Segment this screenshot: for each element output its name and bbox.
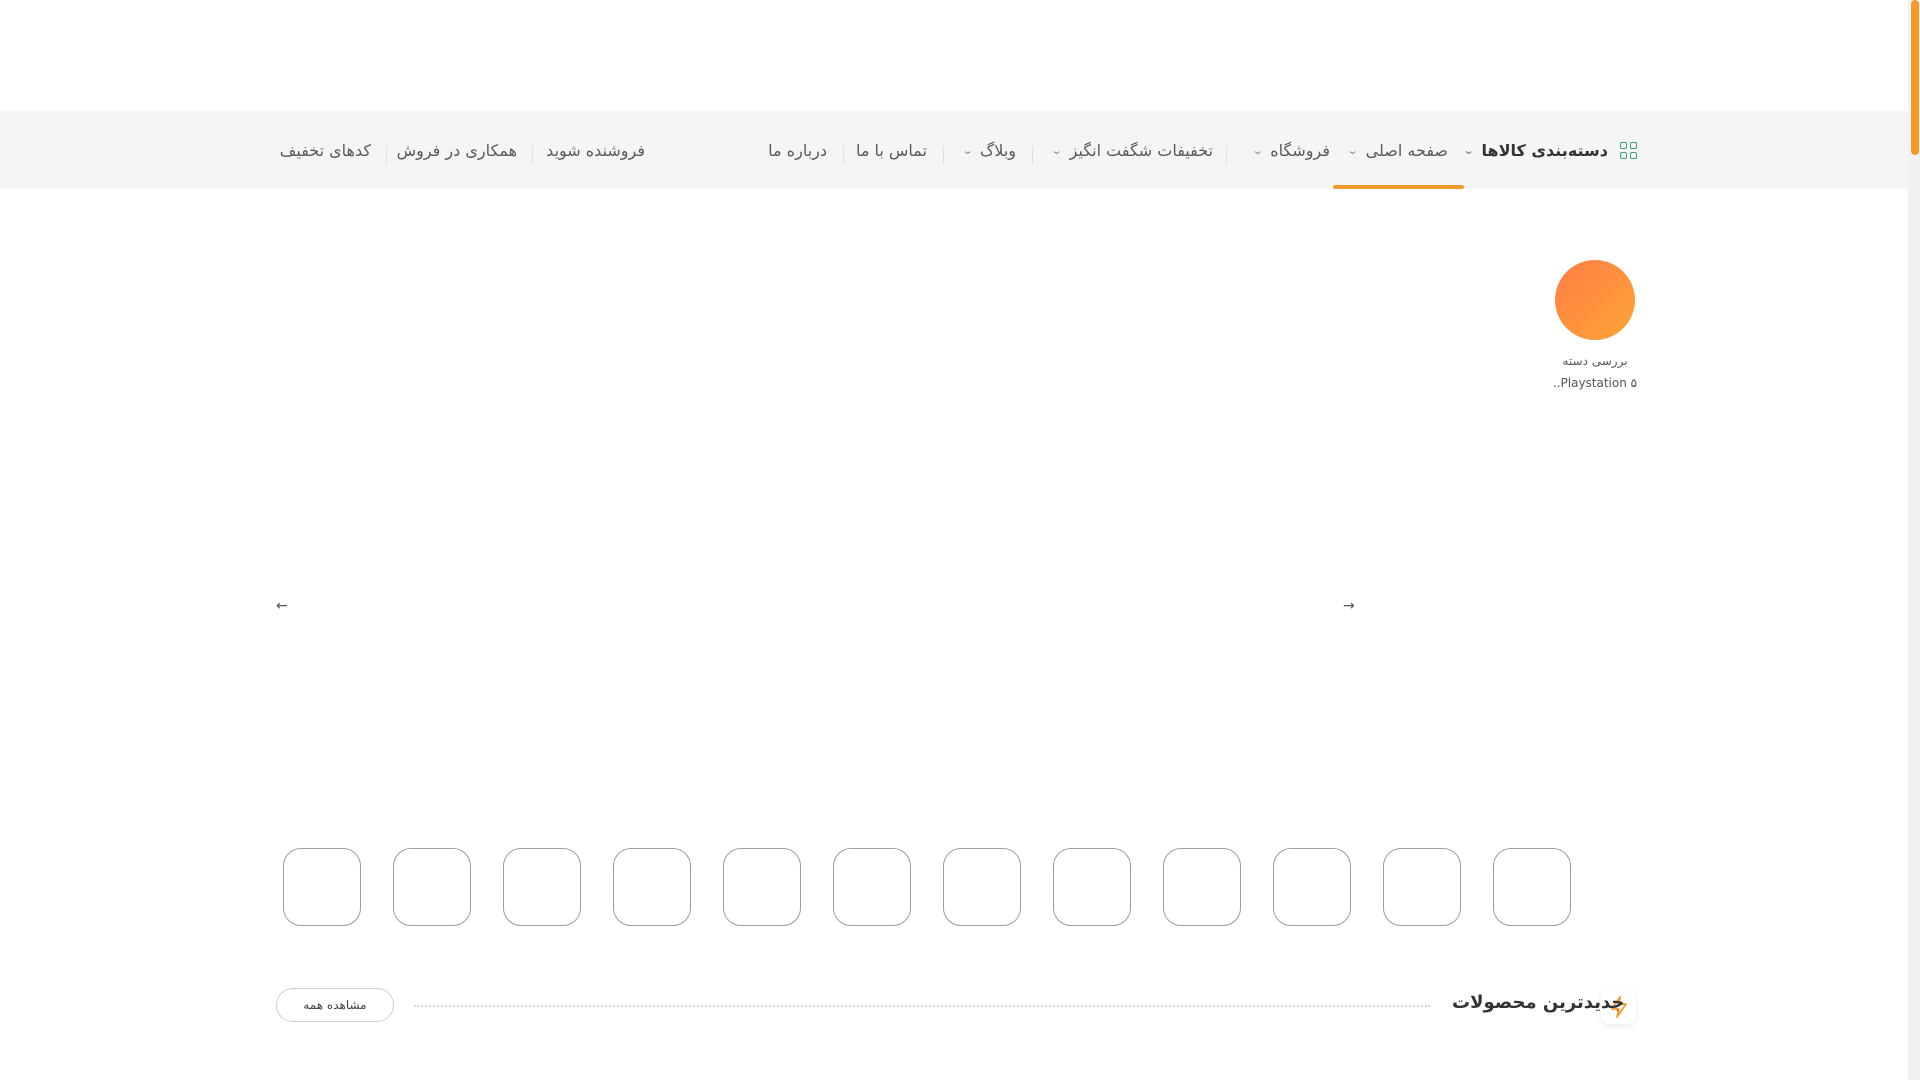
nav-contact-label: تماس با ما bbox=[855, 140, 927, 160]
chevron-down-icon: ⌄ bbox=[1462, 143, 1475, 157]
section-divider bbox=[414, 1005, 1430, 1007]
story-item[interactable]: بررسی دسته Playstation ۵.. bbox=[1550, 258, 1640, 390]
chevron-down-icon: ⌄ bbox=[1251, 143, 1264, 157]
nav-categories[interactable]: دسته‌بندی کالاها ⌄ bbox=[1462, 111, 1637, 189]
nav-divider bbox=[386, 146, 387, 164]
nav-home[interactable]: صفحه اصلی ⌄ bbox=[1347, 111, 1448, 189]
page-scrollbar[interactable] bbox=[1908, 0, 1920, 1080]
chevron-down-icon: ⌄ bbox=[1051, 143, 1064, 157]
category-thumb[interactable] bbox=[1273, 848, 1351, 926]
nav-categories-label: دسته‌بندی کالاها bbox=[1481, 140, 1608, 160]
nav-shop[interactable]: فروشگاه ⌄ bbox=[1251, 111, 1330, 189]
nav-divider bbox=[1032, 146, 1033, 164]
nav-become-seller-label: فروشنده شوید bbox=[546, 140, 645, 160]
nav-about[interactable]: درباره ما bbox=[768, 111, 827, 189]
category-thumb[interactable] bbox=[1053, 848, 1131, 926]
scrollbar-thumb[interactable] bbox=[1911, 0, 1919, 155]
nav-divider bbox=[532, 146, 533, 164]
nav-coupons-label: کدهای تخفیف bbox=[279, 140, 371, 160]
arrow-right-icon[interactable]: → bbox=[1343, 598, 1355, 614]
nav-active-indicator bbox=[1333, 185, 1464, 189]
category-thumb[interactable] bbox=[723, 848, 801, 926]
nav-coupons[interactable]: کدهای تخفیف bbox=[280, 111, 371, 189]
category-thumb[interactable] bbox=[943, 848, 1021, 926]
chevron-down-icon: ⌄ bbox=[1347, 143, 1360, 157]
category-thumb[interactable] bbox=[1383, 848, 1461, 926]
nav-deals[interactable]: تخفیفات شگفت انگیز ⌄ bbox=[1051, 111, 1213, 189]
nav-contact[interactable]: تماس با ما bbox=[856, 111, 927, 189]
section-title: جدیدترین محصولات bbox=[1452, 992, 1625, 1013]
nav-blog-label: وبلاگ bbox=[979, 140, 1016, 160]
category-thumb[interactable] bbox=[613, 848, 691, 926]
category-thumb[interactable] bbox=[283, 848, 361, 926]
nav-blog[interactable]: وبلاگ ⌄ bbox=[961, 111, 1016, 189]
story-avatar[interactable] bbox=[1555, 260, 1635, 340]
nav-divider bbox=[843, 146, 844, 164]
top-header bbox=[0, 0, 1908, 111]
nav-affiliate-label: همکاری در فروش bbox=[396, 140, 517, 160]
category-thumb[interactable] bbox=[1163, 848, 1241, 926]
category-thumb[interactable] bbox=[393, 848, 471, 926]
nav-deals-label: تخفیفات شگفت انگیز bbox=[1069, 140, 1213, 160]
story-subtitle: Playstation ۵.. bbox=[1552, 376, 1638, 390]
nav-divider bbox=[1226, 146, 1227, 164]
nav-affiliate[interactable]: همکاری در فروش bbox=[397, 111, 517, 189]
nav-divider bbox=[943, 146, 944, 164]
nav-shop-label: فروشگاه bbox=[1270, 140, 1330, 160]
grid-icon bbox=[1620, 141, 1637, 159]
view-all-button[interactable]: مشاهده همه bbox=[276, 988, 394, 1022]
story-title: بررسی دسته bbox=[1562, 354, 1628, 368]
category-thumb[interactable] bbox=[833, 848, 911, 926]
category-thumb[interactable] bbox=[1493, 848, 1571, 926]
chevron-down-icon: ⌄ bbox=[961, 143, 974, 157]
nav-home-label: صفحه اصلی bbox=[1365, 140, 1448, 160]
nav-about-label: درباره ما bbox=[768, 140, 827, 160]
nav-become-seller[interactable]: فروشنده شوید bbox=[546, 111, 645, 189]
category-thumbnails bbox=[0, 848, 1908, 930]
category-thumb[interactable] bbox=[503, 848, 581, 926]
arrow-left-icon[interactable]: ← bbox=[276, 598, 288, 614]
